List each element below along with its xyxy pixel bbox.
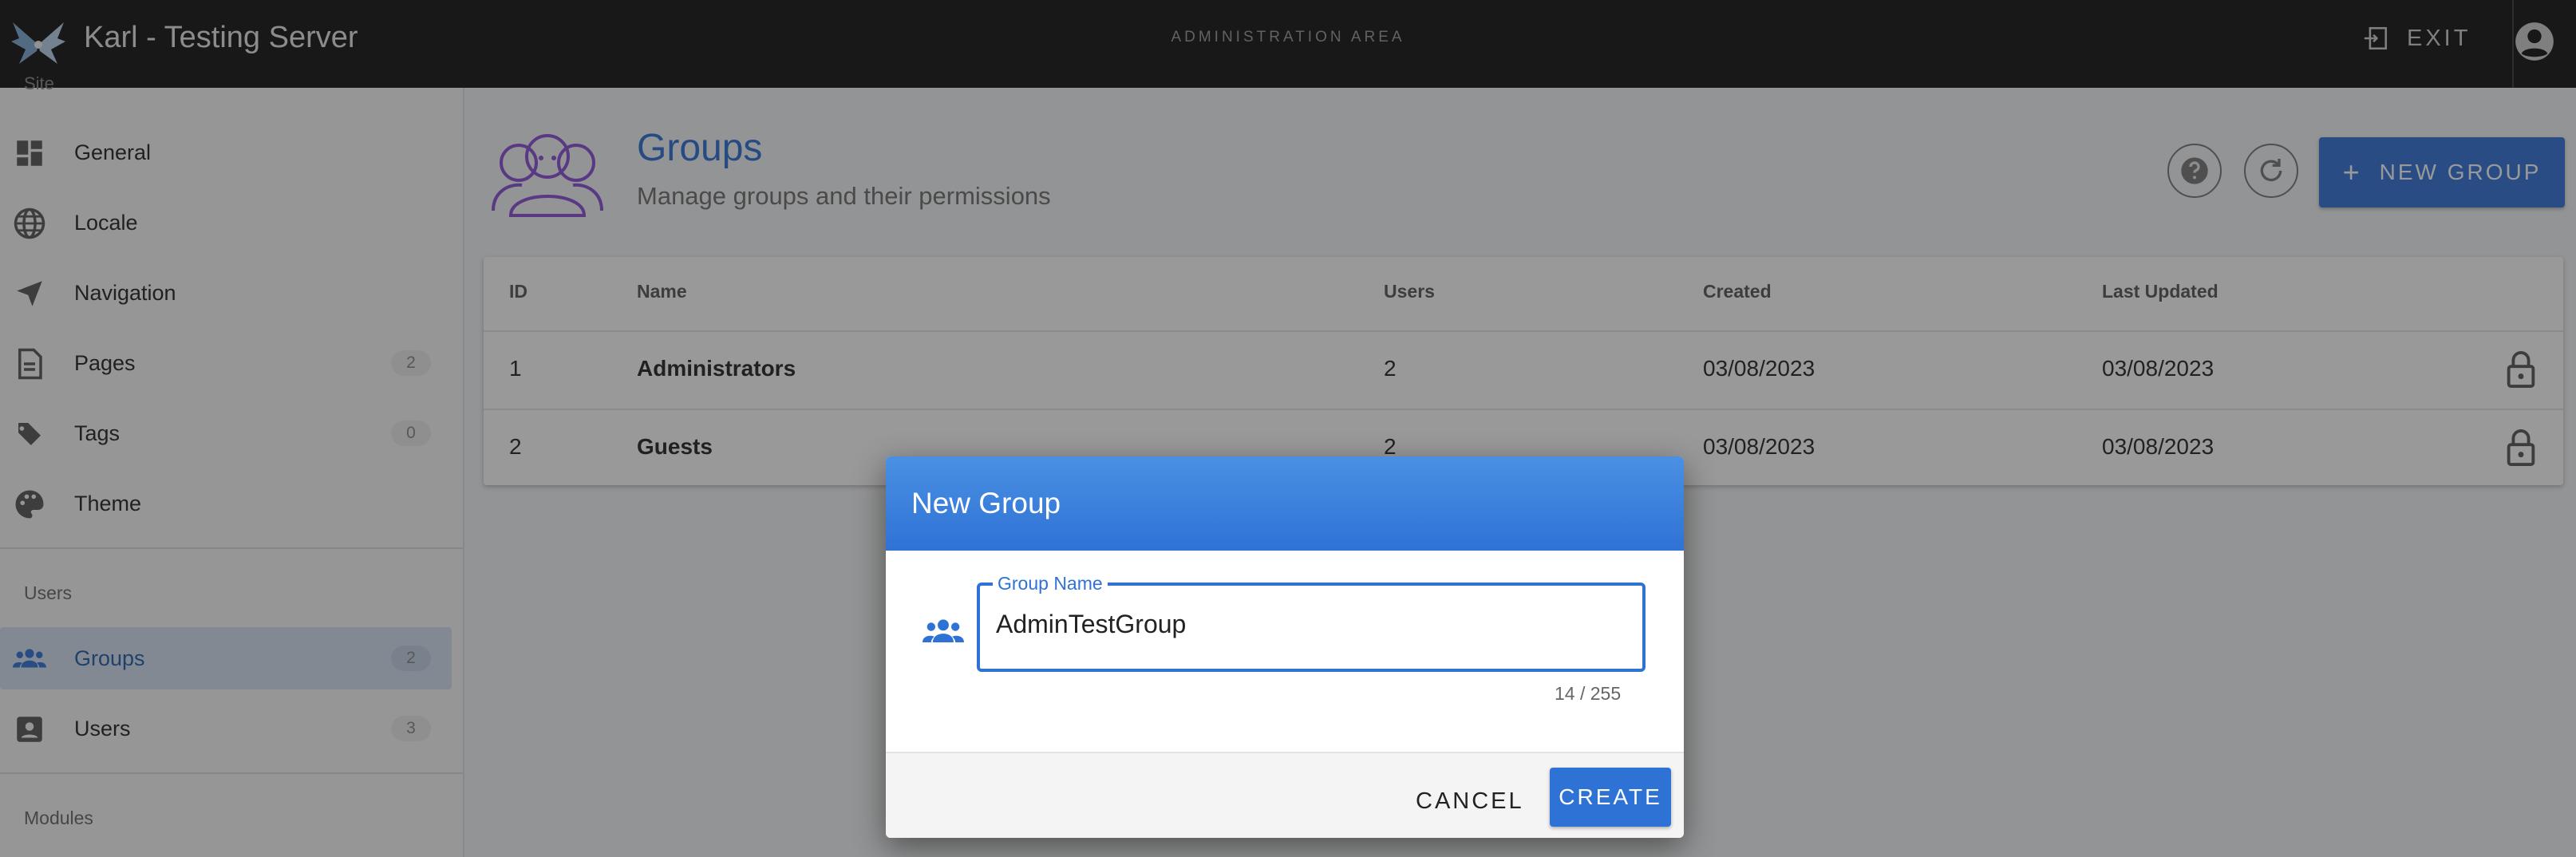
group-name-label: Group Name <box>993 573 1108 594</box>
groups-icon <box>923 619 964 642</box>
dialog-title: New Group <box>911 487 1061 519</box>
group-name-input[interactable] <box>996 610 1618 639</box>
create-button[interactable]: CREATE <box>1550 768 1671 827</box>
group-name-field: Group Name <box>977 573 1646 672</box>
dialog-actions: CANCEL CREATE <box>886 752 1684 838</box>
new-group-dialog: New Group Group Name 14 / 255 CANCEL CRE… <box>886 456 1684 838</box>
cancel-button[interactable]: CANCEL <box>1416 772 1524 830</box>
character-counter: 14 / 255 <box>1555 683 1622 704</box>
dialog-header: New Group <box>886 456 1684 551</box>
